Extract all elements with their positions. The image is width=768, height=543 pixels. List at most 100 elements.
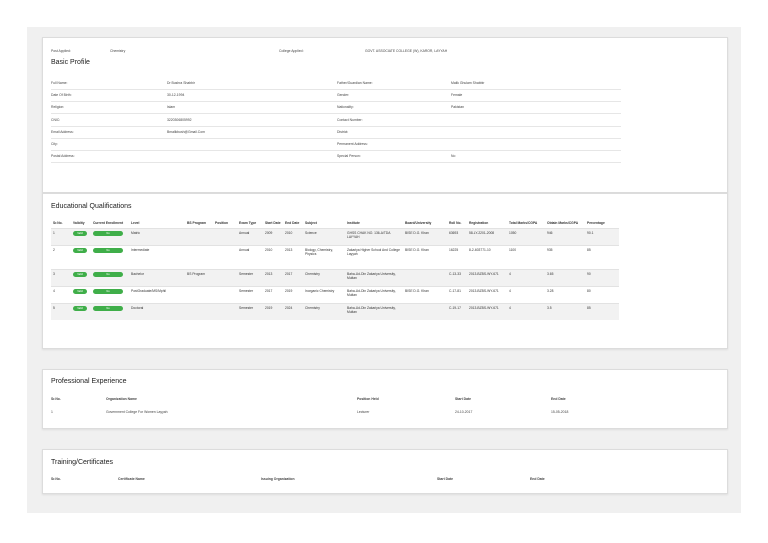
enrollment-badge: No xyxy=(93,230,123,236)
education-title: Educational Qualifications xyxy=(51,203,132,210)
education-cell: BISE D.G. Khan xyxy=(405,230,429,235)
table-row: 4 Valid No PostGraduate/MS/Mphil Semester 201… xyxy=(51,286,619,303)
education-column-header: Registration xyxy=(469,221,489,225)
training-card: Training/Certificates Sr.No. Certificate … xyxy=(42,449,728,494)
education-column-header: Start Date xyxy=(265,221,281,225)
education-cell: 90 xyxy=(587,271,591,276)
education-cell: Zakariya Higher School And College Layya… xyxy=(347,247,400,257)
education-column-header: Sr.No. xyxy=(53,221,63,225)
education-cell: C-13-33 xyxy=(449,271,461,276)
education-cell: Baha-Ud-Din Zakariya University, Multan xyxy=(347,288,396,298)
post-applied-label: Post Applied: xyxy=(51,49,71,53)
profile-label: Gender: xyxy=(337,93,350,98)
education-cell: Semester xyxy=(239,271,254,276)
experience-title: Professional Experience xyxy=(51,378,127,385)
education-cell: 90.1 xyxy=(587,230,594,235)
profile-label: Permanent Address: xyxy=(337,142,368,146)
education-cell: 2024 xyxy=(285,305,293,310)
education-cell: 8-2-603771-10 xyxy=(469,247,491,252)
education-cell: 58-LY-2201-2008 xyxy=(469,230,495,235)
validity-badge: Valid xyxy=(73,230,87,236)
profile-value: Bmalikbush@Gmail.Com xyxy=(167,129,205,134)
education-cell: Annual xyxy=(239,247,250,252)
profile-value: Islam xyxy=(167,105,176,110)
education-cell xyxy=(213,269,237,286)
education-card: Educational Qualifications Sr.No. Validit… xyxy=(42,193,728,349)
education-cell: 3.5 xyxy=(547,305,552,310)
education-cell: 2010 xyxy=(285,230,293,235)
education-cell: 85 xyxy=(587,247,591,252)
education-cell: Matric xyxy=(131,230,140,235)
education-cell xyxy=(185,303,213,320)
table-row: 2 Valid No Intermediate Annual 2010 2013 Biolog… xyxy=(51,245,619,269)
education-cell xyxy=(213,303,237,320)
experience-cell: 15-05-2018 xyxy=(551,410,569,414)
experience-cell: Lecturer xyxy=(357,410,370,414)
profile-row: City: Permanent Address: xyxy=(51,139,621,151)
training-column-header: Sr.No. xyxy=(51,477,61,481)
education-cell: 80 xyxy=(587,288,591,293)
enrollment-badge: No xyxy=(93,247,123,253)
profile-value: 30-12-1994 xyxy=(167,93,185,98)
education-cell: Inorganic Chemistry xyxy=(305,288,335,293)
education-cell: 2 xyxy=(53,247,55,252)
education-cell: 63693 xyxy=(449,230,459,235)
basic-profile-title: Basic Profile xyxy=(51,59,90,66)
education-column-header: End Date xyxy=(285,221,300,225)
education-column-header: Institute xyxy=(347,221,360,225)
education-column-header: Obtain Marks/CGPA xyxy=(547,221,579,225)
post-applied-value: Chemistry xyxy=(110,49,126,53)
education-cell: Baha-Ud-Din Zakariya University, Multan xyxy=(347,305,396,315)
education-column-header: Percentage xyxy=(587,221,605,225)
education-cell: Valid xyxy=(71,286,91,303)
education-column-header: BS Program xyxy=(187,221,207,225)
education-cell: BS Program xyxy=(187,271,205,276)
education-cell: 935 xyxy=(547,247,553,252)
education-cell: Semester xyxy=(239,305,254,310)
experience-column-header: Organization Name xyxy=(106,397,137,401)
education-cell: No xyxy=(91,228,129,245)
education-cell: BISE D.G. Khan xyxy=(405,288,429,293)
education-cell: C-17-81 xyxy=(449,288,461,293)
training-column-header: Certificate Name xyxy=(118,477,145,481)
enrollment-badge: No xyxy=(93,271,123,277)
enrollment-badge: No xyxy=(93,305,123,311)
education-cell: No xyxy=(91,269,129,286)
education-column-header: Level xyxy=(131,221,140,225)
validity-badge: Valid xyxy=(73,271,87,277)
experience-column-header: Start Date xyxy=(455,397,472,401)
education-cell: 4 xyxy=(509,271,511,276)
validity-badge: Valid xyxy=(73,305,87,311)
profile-label: Email Address: xyxy=(51,129,74,134)
education-cell: Valid xyxy=(71,303,91,320)
education-cell: No xyxy=(91,286,129,303)
education-table-body: 1 Valid No Matric Annual 2009 2010 Science GHSS … xyxy=(51,228,619,320)
education-cell xyxy=(213,228,237,245)
education-cell xyxy=(185,286,213,303)
education-cell: 16225 xyxy=(449,247,459,252)
validity-badge: Valid xyxy=(73,288,87,294)
education-cell: Semester xyxy=(239,288,254,293)
education-cell: Biology, Chemistry, Physics xyxy=(305,247,333,257)
education-cell: 2017 xyxy=(265,288,273,293)
profile-value: Female xyxy=(451,93,463,98)
training-title: Training/Certificates xyxy=(51,459,113,466)
education-cell: Doctoral xyxy=(131,305,144,310)
training-column-header: Issuing Organization xyxy=(261,477,295,481)
experience-column-header: Position Held xyxy=(357,397,379,401)
education-cell: 4 xyxy=(509,288,511,293)
education-cell: GHSS CHAK NO. 136-A/TDA LAYYAH xyxy=(347,230,391,240)
education-cell: Valid xyxy=(71,245,91,269)
profile-label: Religion: xyxy=(51,105,65,110)
education-column-header: Total Marks/CGPA xyxy=(509,221,538,225)
education-cell: Valid xyxy=(71,228,91,245)
profile-label: Contact Number: xyxy=(337,117,363,122)
education-cell: BISE D.G. Khan xyxy=(405,247,429,252)
education-cell: 2013 xyxy=(285,247,293,252)
enrollment-badge: No xyxy=(93,288,123,294)
profile-label: Special Person: xyxy=(337,154,361,159)
education-cell: 4 xyxy=(509,305,511,310)
education-cell: Annual xyxy=(239,230,250,235)
profile-value: No xyxy=(451,154,456,159)
education-cell: No xyxy=(91,303,129,320)
